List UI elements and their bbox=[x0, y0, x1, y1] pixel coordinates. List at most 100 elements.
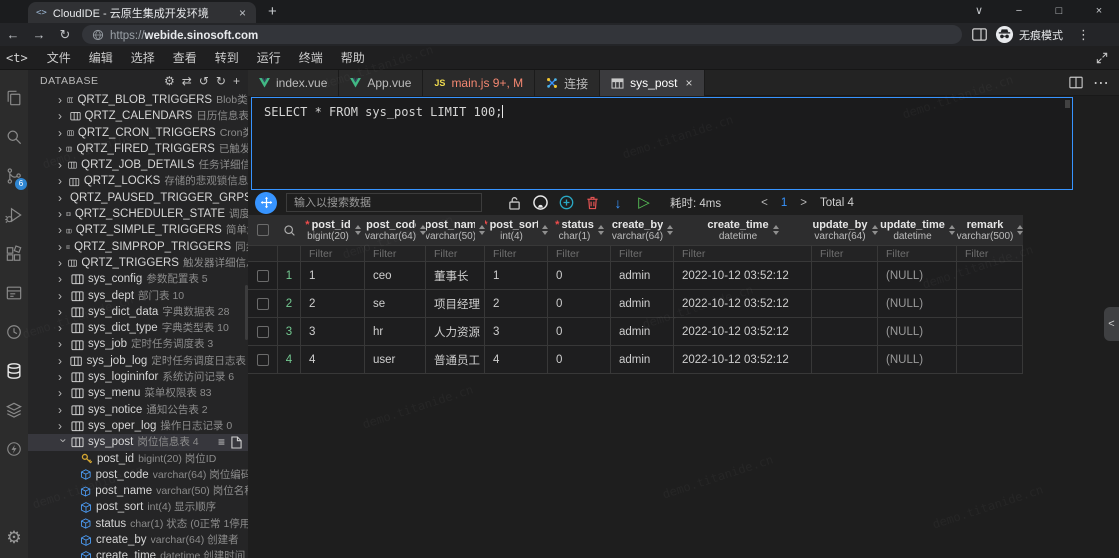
cell-create-by[interactable]: admin bbox=[611, 346, 674, 373]
run-query-icon[interactable]: ▷ bbox=[636, 195, 652, 211]
tree-item[interactable]: › sys_menu 菜单权限表 83 bbox=[28, 385, 248, 401]
tree-item[interactable]: create_by varchar(64) 创建者 bbox=[28, 532, 248, 548]
menu-terminal[interactable]: 终端 bbox=[290, 49, 332, 66]
tree-item[interactable]: › sys_notice 通知公告表 2 bbox=[28, 402, 248, 418]
cell-status[interactable]: 0 bbox=[548, 262, 611, 289]
row-checkbox[interactable] bbox=[248, 290, 278, 317]
cell-update-time[interactable]: (NULL) bbox=[878, 262, 957, 289]
chevron-icon[interactable]: › bbox=[58, 125, 63, 141]
tab-main-js[interactable]: JS main.js 9+, M bbox=[423, 70, 535, 96]
tree-item[interactable]: › sys_dept 部门表 10 bbox=[28, 288, 248, 304]
sql-editor[interactable]: SELECT * FROM sys_post LIMIT 100; bbox=[251, 97, 1073, 190]
chevron-icon[interactable]: › bbox=[58, 288, 67, 304]
tab-sys-post[interactable]: sys_post × bbox=[600, 70, 704, 96]
cell-post-id[interactable]: 2 bbox=[301, 290, 365, 317]
search-icon[interactable] bbox=[0, 117, 28, 156]
sort-icon[interactable] bbox=[949, 225, 955, 235]
tab-index-vue[interactable]: index.vue bbox=[248, 70, 339, 96]
filter-input[interactable]: Filter bbox=[812, 246, 878, 261]
layers-icon[interactable] bbox=[0, 390, 28, 429]
source-control-icon[interactable]: 6 bbox=[0, 156, 28, 195]
column-header-status[interactable]: *statuschar(1) bbox=[548, 215, 611, 245]
chevron-icon[interactable]: › bbox=[58, 173, 65, 189]
explorer-icon[interactable] bbox=[0, 78, 28, 117]
cell-update-time[interactable]: (NULL) bbox=[878, 346, 957, 373]
tab-close-icon[interactable]: × bbox=[237, 6, 248, 20]
chevron-icon[interactable]: › bbox=[58, 271, 67, 287]
cell-post-name[interactable]: 项目经理 bbox=[426, 290, 485, 317]
cell-update-by[interactable] bbox=[812, 318, 878, 345]
next-page-icon[interactable]: > bbox=[800, 197, 807, 209]
chevron-icon[interactable]: › bbox=[58, 141, 62, 157]
chevron-icon[interactable]: › bbox=[58, 320, 67, 336]
row-checkbox[interactable] bbox=[248, 318, 278, 345]
sort-icon[interactable] bbox=[667, 225, 673, 235]
filter-input[interactable]: Filter bbox=[548, 246, 611, 261]
forward-icon[interactable]: → bbox=[26, 27, 52, 42]
tree-item[interactable]: › sys_job_log 定时任务调度日志表 0 bbox=[28, 353, 248, 369]
cell-create-time[interactable]: 2022-10-12 03:52:12 bbox=[674, 290, 812, 317]
column-header-update-time[interactable]: update_timedatetime bbox=[878, 215, 957, 245]
chevron-icon[interactable]: › bbox=[58, 157, 64, 173]
split-editor-icon[interactable] bbox=[1069, 76, 1083, 89]
cell-create-time[interactable]: 2022-10-12 03:52:12 bbox=[674, 262, 812, 289]
filter-input[interactable]: Filter bbox=[301, 246, 365, 261]
cell-status[interactable]: 0 bbox=[548, 346, 611, 373]
site-info-icon[interactable] bbox=[92, 29, 104, 41]
cell-post-code[interactable]: ceo bbox=[365, 262, 426, 289]
menu-view[interactable]: 查看 bbox=[164, 49, 206, 66]
column-header-update-by[interactable]: update_byvarchar(64) bbox=[812, 215, 878, 245]
select-all-checkbox[interactable] bbox=[248, 215, 278, 245]
chevron-icon[interactable]: › bbox=[58, 239, 62, 255]
tree-item[interactable]: post_id bigint(20) 岗位ID bbox=[28, 451, 248, 467]
tree-item[interactable]: › sys_post 岗位信息表 4 ≡ bbox=[28, 434, 248, 450]
table-row[interactable]: 3 3 hr 人力资源 3 0 admin 2022-10-12 03:52:1… bbox=[248, 318, 1023, 346]
cell-post-name[interactable]: 人力资源 bbox=[426, 318, 485, 345]
filter-input[interactable]: Filter bbox=[365, 246, 426, 261]
cell-post-id[interactable]: 3 bbox=[301, 318, 365, 345]
reload-icon[interactable]: ↻ bbox=[52, 27, 78, 43]
tree-item[interactable]: › sys_config 参数配置表 5 bbox=[28, 271, 248, 287]
tree-item[interactable]: › sys_dict_type 字典类型表 10 bbox=[28, 320, 248, 336]
more-actions-icon[interactable]: ⋯ bbox=[1093, 73, 1109, 93]
data-search-input[interactable] bbox=[286, 193, 482, 212]
back-icon[interactable]: ← bbox=[0, 27, 26, 42]
panel-collapse-handle[interactable]: < bbox=[1104, 307, 1119, 341]
cell-post-code[interactable]: se bbox=[365, 290, 426, 317]
url-bar[interactable]: https://webide.sinosoft.com bbox=[82, 25, 962, 44]
fullscreen-icon[interactable] bbox=[1095, 51, 1109, 65]
cell-update-by[interactable] bbox=[812, 290, 878, 317]
tree-item[interactable]: › QRTZ_SIMPROP_TRIGGERS 同步机... bbox=[28, 239, 248, 255]
run-debug-icon[interactable] bbox=[0, 195, 28, 234]
column-header-post-name[interactable]: *post_namevarchar(50) bbox=[426, 215, 485, 245]
editor-scrollbar[interactable] bbox=[1065, 100, 1070, 108]
row-checkbox[interactable] bbox=[248, 346, 278, 373]
db-settings-icon[interactable]: ⚙ bbox=[164, 74, 175, 88]
cell-remark[interactable] bbox=[957, 346, 1023, 373]
column-header-post-sort[interactable]: *post_sortint(4) bbox=[485, 215, 548, 245]
tab-app-vue[interactable]: App.vue bbox=[339, 70, 423, 96]
cell-post-sort[interactable]: 3 bbox=[485, 318, 548, 345]
column-header-remark[interactable]: remarkvarchar(500) bbox=[957, 215, 1023, 245]
tree-item[interactable]: › QRTZ_PAUSED_TRIGGER_GRPS 暂... bbox=[28, 190, 248, 206]
export-icon[interactable]: ↓ bbox=[610, 195, 626, 211]
tree-item[interactable]: › QRTZ_BLOB_TRIGGERS Blob类型的... bbox=[28, 92, 248, 108]
cell-post-name[interactable]: 普通员工 bbox=[426, 346, 485, 373]
cell-post-id[interactable]: 4 bbox=[301, 346, 365, 373]
filter-input[interactable]: Filter bbox=[878, 246, 957, 261]
table-row[interactable]: 1 1 ceo 董事长 1 0 admin 2022-10-12 03:52:1… bbox=[248, 262, 1023, 290]
tree-item[interactable]: › QRTZ_FIRED_TRIGGERS 已触发的触... bbox=[28, 141, 248, 157]
cell-post-code[interactable]: hr bbox=[365, 318, 426, 345]
tree-item[interactable]: › QRTZ_SCHEDULER_STATE 调度器状... bbox=[28, 206, 248, 222]
tab-close-icon[interactable]: × bbox=[686, 76, 693, 90]
cell-create-by[interactable]: admin bbox=[611, 318, 674, 345]
prev-page-icon[interactable]: < bbox=[761, 197, 768, 209]
new-query-icon[interactable] bbox=[231, 436, 242, 449]
tab-connection[interactable]: 连接 bbox=[535, 70, 600, 96]
menu-run[interactable]: 运行 bbox=[248, 49, 290, 66]
tab-search-icon[interactable]: ∨ bbox=[959, 0, 999, 23]
tree-item[interactable]: › sys_logininfor 系统访问记录 6 bbox=[28, 369, 248, 385]
database-icon[interactable] bbox=[0, 351, 28, 390]
close-button[interactable]: × bbox=[1079, 0, 1119, 23]
settings-gear-icon[interactable]: ⚙ bbox=[6, 528, 21, 548]
